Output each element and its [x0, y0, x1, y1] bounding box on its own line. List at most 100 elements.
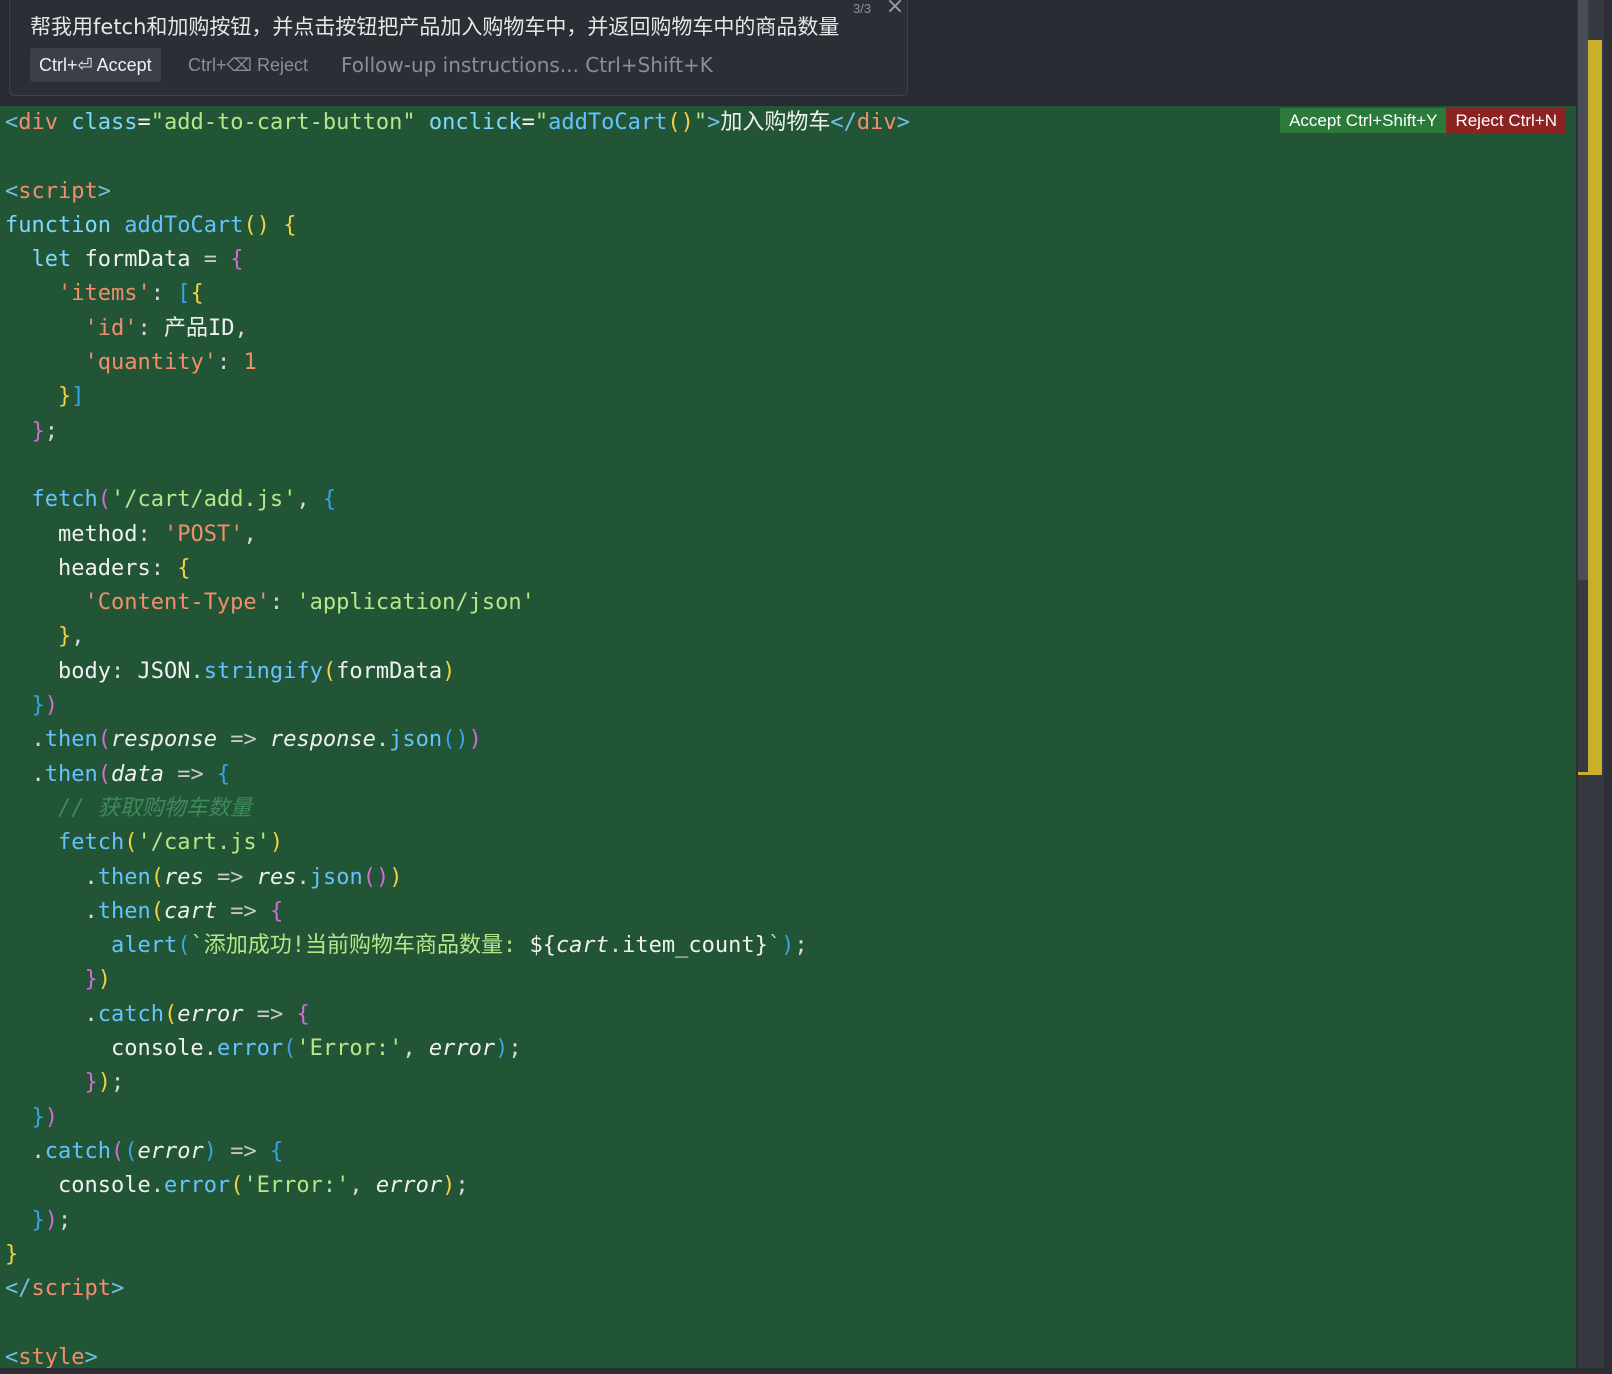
code-line: 'quantity': 1 [5, 346, 910, 380]
code-token: > [896, 110, 910, 135]
code-token: '/cart/add.js' [110, 487, 297, 513]
code-line: body: JSON.stringify(formData) [5, 655, 910, 689]
code-token: 1 [243, 350, 257, 376]
code-token: fetch [57, 830, 125, 856]
code-token: => [230, 727, 257, 753]
code-line: method: 'POST', [5, 518, 910, 552]
close-icon[interactable] [886, 0, 908, 19]
code-token: ` [767, 933, 782, 959]
diff-reject-button[interactable]: Reject Ctrl+N [1446, 108, 1566, 133]
code-token: then [44, 727, 98, 753]
code-token: . [84, 1001, 98, 1027]
code-editor[interactable]: Accept Ctrl+Shift+Y Reject Ctrl+N < div c… [0, 106, 1576, 1368]
code-token: ( [163, 1001, 178, 1027]
accept-button[interactable]: Ctrl+⏎ Accept [30, 48, 161, 82]
code-line: } [5, 1238, 910, 1272]
code-token: onclick [428, 110, 522, 135]
code-token: } [5, 1241, 19, 1267]
code-token: json [309, 864, 363, 890]
code-token: { [269, 1138, 284, 1164]
code-token: = [521, 110, 535, 135]
code-token: ( [177, 933, 191, 959]
code-token: () [442, 727, 469, 753]
code-token: </ [5, 1276, 32, 1302]
followup-input[interactable] [339, 48, 879, 82]
code-token: then [97, 898, 151, 924]
code-line: }) [5, 1101, 910, 1135]
code-token: ; [44, 418, 58, 444]
code-line: .then(res => res.json()) [5, 861, 910, 895]
code-token: div [856, 110, 897, 135]
code-token: 'items' [57, 281, 151, 307]
code-line: headers: { [5, 552, 910, 586]
code-line: fetch('/cart.js') [5, 826, 910, 860]
code-token: < [5, 1344, 19, 1368]
code-token: : [110, 658, 138, 684]
code-token: => [256, 1001, 284, 1027]
code-token: ( [150, 864, 164, 890]
code-line: fetch('/cart/add.js', { [5, 483, 910, 517]
code-token: ( [322, 658, 337, 684]
code-token: . [31, 761, 45, 787]
code-token: ; [110, 1070, 125, 1096]
code-token: `添加成功!当前购物车商品数量: [190, 933, 530, 959]
code-token: > [110, 1276, 125, 1302]
code-token: json [389, 727, 443, 753]
code-token: 产品ID [163, 315, 235, 341]
code-token: JSON [137, 658, 191, 684]
code-line: .catch(error => { [5, 998, 910, 1032]
code-token: ) [389, 864, 403, 890]
code-line: 'Content-Type': 'application/json' [5, 586, 910, 620]
code-line: </script> [5, 1272, 910, 1306]
diff-actions: Accept Ctrl+Shift+Y Reject Ctrl+N [1280, 108, 1566, 133]
prompt-counter: 3/3 [853, 1, 872, 16]
code-token: . [150, 1173, 164, 1199]
code-token: response [110, 727, 217, 753]
code-token: stringify [203, 658, 323, 684]
scrollbar-thumb[interactable] [1578, 0, 1588, 580]
code-token: : [269, 590, 297, 616]
code-token: ) [468, 727, 482, 753]
code-token: script [31, 1276, 111, 1302]
code-token: error [137, 1138, 204, 1164]
inline-prompt-bar: 帮我用fetch和加购按钮，并点击按钮把产品加入购物车中，并返回购物车中的商品数… [0, 0, 1612, 106]
code-line: <style> [5, 1341, 910, 1368]
code-token: formData [336, 658, 443, 684]
diff-change-marker [1588, 40, 1602, 775]
code-token: ] [71, 384, 85, 410]
code-token: style [18, 1344, 85, 1368]
code-token: res [163, 864, 204, 890]
code-line: }, [5, 620, 910, 654]
code-token: error [428, 1036, 496, 1062]
code-token: } [57, 624, 72, 650]
code-token: cart [555, 933, 609, 959]
code-token: . [84, 898, 98, 924]
code-token: ) [44, 1207, 58, 1233]
code-token: : [150, 555, 178, 581]
code-token: . [608, 933, 623, 959]
code-token: ) [495, 1036, 509, 1062]
code-token: res [256, 864, 297, 890]
reject-button[interactable]: Ctrl+⌫ Reject [180, 48, 316, 82]
code-token: } [31, 693, 45, 719]
code-token: = [137, 110, 151, 135]
code-token: , [296, 487, 323, 513]
code-content[interactable]: <div class="add-to-cart-button" onclick=… [5, 106, 910, 1368]
diff-accept-button[interactable]: Accept Ctrl+Shift+Y [1280, 108, 1447, 133]
code-line: }); [5, 1066, 910, 1100]
code-line: .then(response => response.json()) [5, 723, 910, 757]
